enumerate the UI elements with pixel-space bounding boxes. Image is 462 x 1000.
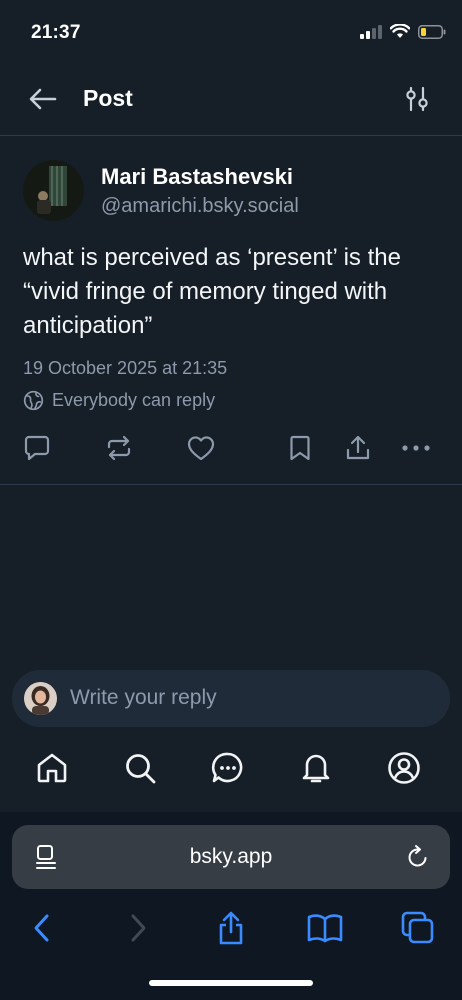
wifi-icon [390,24,410,38]
post-timestamp: 19 October 2025 at 21:35 [23,358,228,378]
share-icon [346,435,370,460]
sliders-icon [406,86,428,112]
arrow-left-icon [29,88,57,110]
globe-icon [23,390,44,411]
page-header: Post [0,70,462,136]
reply-button[interactable] [22,433,52,463]
tab-chat[interactable] [208,748,248,788]
author-name[interactable]: Mari Bastashevski [101,164,293,190]
author-avatar[interactable] [23,160,84,221]
reload-icon [408,845,427,867]
heart-icon [187,436,215,461]
profile-icon [388,752,420,784]
post-actions [0,433,462,463]
browser-share-button[interactable] [211,908,251,948]
book-icon [307,914,343,943]
search-icon [126,754,156,784]
tabs-icon [401,911,434,944]
back-button[interactable] [26,84,60,114]
cellular-signal-icon [360,24,382,39]
thread-settings-button[interactable] [402,84,432,114]
tab-profile[interactable] [384,748,424,788]
status-time: 21:37 [31,22,81,43]
url-text: bsky.app [189,845,273,868]
home-icon [37,753,67,783]
ellipsis-icon [402,445,430,451]
user-avatar [24,682,57,715]
post-text: what is perceived as ‘present’ is the “v… [23,244,401,339]
reply-placeholder: Write your reply [70,686,217,709]
app-tab-bar [0,740,462,800]
chat-bubble-icon [211,752,243,783]
chevron-left-icon [34,914,49,942]
chevron-right-icon [131,914,146,942]
more-options-button[interactable] [401,433,431,463]
bookmark-icon [290,435,310,461]
reload-button[interactable] [406,844,430,875]
tab-search[interactable] [120,748,160,788]
share-button[interactable] [343,433,373,463]
repost-button[interactable] [104,433,134,463]
reply-composer[interactable]: Write your reply [12,670,450,727]
browser-toolbar: bsky.app [0,812,462,1000]
browser-back-button[interactable] [22,908,62,948]
status-bar: 21:37 [0,0,462,60]
tab-home[interactable] [32,748,72,788]
page-title: Post [83,85,133,111]
address-bar[interactable]: bsky.app [12,825,450,889]
reply-setting-label: Everybody can reply [52,390,216,410]
tabs-button[interactable] [398,908,438,948]
bookmark-button[interactable] [285,433,315,463]
bell-icon [302,754,330,783]
home-indicator [149,980,313,986]
tab-notifications[interactable] [296,748,336,788]
share-icon [219,911,243,945]
browser-forward-button[interactable] [118,908,158,948]
author-handle[interactable]: @amarichi.bsky.social [101,195,299,218]
bookmarks-button[interactable] [305,908,345,948]
battery-icon [418,24,446,39]
like-button[interactable] [186,433,216,463]
status-icons [360,24,446,39]
comment-icon [24,435,50,461]
user-avatar-image [24,682,57,715]
repost-icon [107,435,131,461]
reply-setting[interactable]: Everybody can reply [23,390,215,411]
author-avatar-image [23,160,84,221]
post: Mari Bastashevski @amarichi.bsky.social … [0,137,462,485]
